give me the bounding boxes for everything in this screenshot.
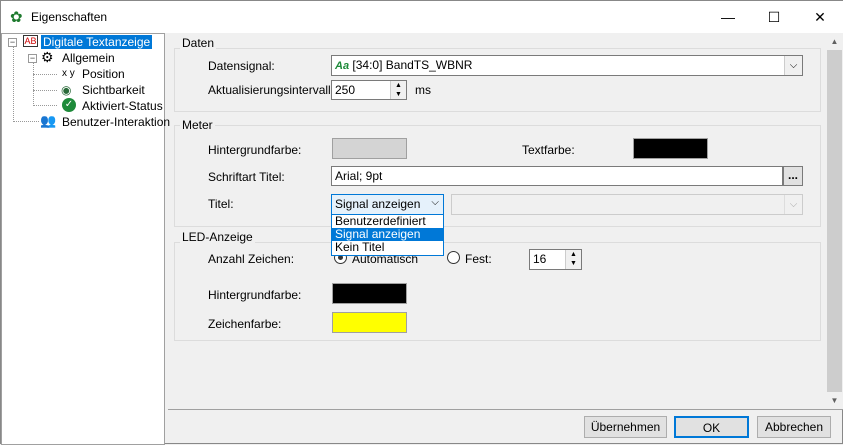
minimize-button[interactable]: —	[705, 1, 751, 33]
fixed-radio[interactable]	[447, 251, 460, 264]
ok-button[interactable]: OK	[674, 416, 749, 438]
text-color-label: Textfarbe:	[522, 143, 575, 157]
spin-arrows-icon[interactable]: ▲ ▼	[390, 81, 406, 99]
text-display-icon: AB	[23, 35, 38, 47]
fixed-label: Fest:	[465, 252, 492, 266]
interval-label: Aktualisierungsintervall:	[208, 83, 335, 97]
gear-icon: ✿	[10, 9, 23, 26]
option-kein-titel[interactable]: Kein Titel	[332, 241, 443, 254]
property-tree: − AB Digitale Textanzeige − ⚙ Allgemein …	[1, 33, 170, 445]
spin-arrows-icon[interactable]: ▲ ▼	[565, 250, 581, 269]
char-count-label: Anzahl Zeichen:	[208, 252, 295, 266]
chevron-down-icon[interactable]: ⌵	[784, 56, 802, 75]
chevron-down-icon[interactable]: ⌵	[784, 195, 802, 214]
font-picker-button[interactable]: ...	[783, 166, 803, 186]
title-label: Titel:	[208, 197, 234, 211]
tree-item-digitale-textanzeige[interactable]: Digitale Textanzeige	[41, 35, 153, 49]
custom-title-combobox[interactable]: ⌵	[451, 194, 803, 215]
cancel-button[interactable]: Abbrechen	[757, 416, 831, 438]
tree-item-sichtbarkeit[interactable]: Sichtbarkeit	[82, 83, 145, 97]
chevron-down-icon[interactable]: ⌵	[431, 197, 439, 208]
scrollbar-thumb[interactable]	[827, 50, 842, 392]
tree-item-allgemein[interactable]: Allgemein	[62, 51, 115, 65]
vertical-scrollbar[interactable]: ▲ ▼	[826, 33, 843, 409]
users-icon: 👥	[40, 113, 57, 128]
font-input[interactable]: Arial; 9pt	[331, 166, 783, 186]
maximize-button[interactable]: ☐	[751, 1, 797, 33]
window-title: Eigenschaften	[31, 10, 108, 24]
title-dropdown-list: Benutzerdefiniert Signal anzeigen Kein T…	[331, 214, 444, 256]
collapse-toggle[interactable]: −	[8, 38, 17, 47]
collapse-toggle[interactable]: −	[28, 54, 37, 63]
interval-stepper[interactable]: 250 ▲ ▼	[331, 80, 407, 100]
meter-bg-label: Hintergrundfarbe:	[208, 143, 302, 157]
datensignal-value: [34:0] BandTS_WBNR	[352, 58, 473, 72]
title-bar: ✿ Eigenschaften — ☐ ✕	[1, 1, 843, 33]
led-bg-label: Hintergrundfarbe:	[208, 288, 302, 302]
meter-group-title: Meter	[180, 118, 215, 132]
interval-unit: ms	[415, 83, 431, 97]
title-value: Signal anzeigen	[335, 197, 421, 211]
xy-icon: x y	[62, 68, 75, 79]
meter-bg-color-swatch[interactable]	[332, 138, 407, 159]
datensignal-label: Datensignal:	[208, 59, 275, 73]
text-signal-icon: Aa	[335, 60, 350, 72]
tree-item-benutzer-interaktion[interactable]: Benutzer-Interaktion	[62, 115, 170, 129]
font-label: Schriftart Titel:	[208, 170, 285, 184]
tree-item-position[interactable]: Position	[82, 67, 125, 81]
interval-value: 250	[335, 83, 356, 97]
fixed-count-value: 16	[533, 252, 547, 266]
led-bg-color-swatch[interactable]	[332, 283, 407, 304]
datensignal-combobox[interactable]: Aa [34:0] BandTS_WBNR ⌵	[331, 55, 803, 76]
close-button[interactable]: ✕	[797, 1, 843, 33]
divider	[168, 409, 843, 410]
daten-group-title: Daten	[180, 36, 217, 50]
fixed-count-stepper[interactable]: 16 ▲ ▼	[529, 249, 582, 270]
gear-icon: ⚙	[41, 49, 54, 65]
title-combobox[interactable]: Signal anzeigen ⌵	[331, 194, 444, 215]
tree-item-aktiviert-status[interactable]: Aktiviert-Status	[82, 99, 163, 113]
check-icon: ✓	[62, 98, 76, 112]
char-color-label: Zeichenfarbe:	[208, 317, 282, 331]
char-color-swatch[interactable]	[332, 312, 407, 333]
text-color-swatch[interactable]	[633, 138, 708, 159]
eye-icon: ◉	[61, 83, 72, 97]
apply-button[interactable]: Übernehmen	[584, 416, 667, 438]
led-group-title: LED-Anzeige	[180, 230, 255, 244]
